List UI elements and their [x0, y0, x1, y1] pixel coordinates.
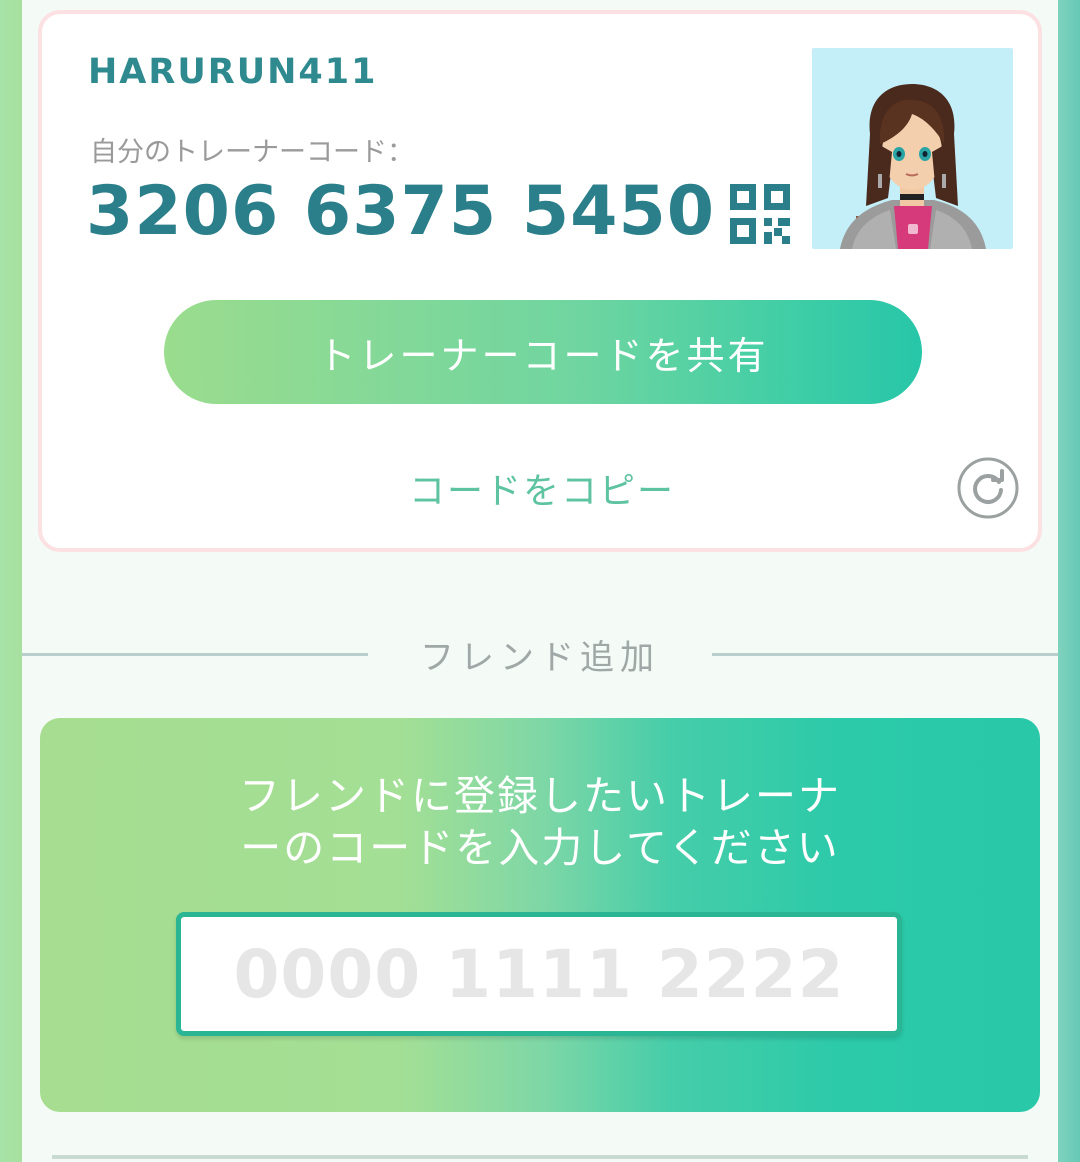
- trainer-code-value: 3206 6375 5450: [86, 172, 716, 251]
- add-friend-section-title: フレンド追加: [420, 638, 660, 678]
- trainer-username: HARURUN411: [88, 52, 378, 92]
- refresh-icon[interactable]: [956, 456, 1020, 520]
- trainer-card: HARURUN411 自分のトレーナーコード： 3206 6375 5450 ト…: [38, 10, 1042, 552]
- section-divider-left: [22, 653, 368, 656]
- section-divider-right: [712, 653, 1058, 656]
- trainer-avatar[interactable]: [812, 48, 1013, 249]
- trainer-code-label: 自分のトレーナーコード：: [90, 137, 414, 168]
- share-trainer-code-button[interactable]: トレーナーコードを共有: [164, 300, 922, 404]
- add-friend-card: フレンドに登録したいトレーナ ーのコードを入力してください: [40, 718, 1040, 1112]
- add-friend-prompt: フレンドに登録したいトレーナ ーのコードを入力してください: [210, 770, 870, 874]
- add-friend-prompt-line1: フレンドに登録したいトレーナ: [239, 772, 841, 820]
- qr-code-icon[interactable]: [730, 184, 790, 244]
- add-friend-prompt-line2: ーのコードを入力してください: [240, 824, 840, 872]
- friend-code-input[interactable]: [176, 912, 902, 1036]
- copy-code-button[interactable]: コードをコピー: [342, 462, 742, 514]
- bottom-divider: [52, 1155, 1028, 1159]
